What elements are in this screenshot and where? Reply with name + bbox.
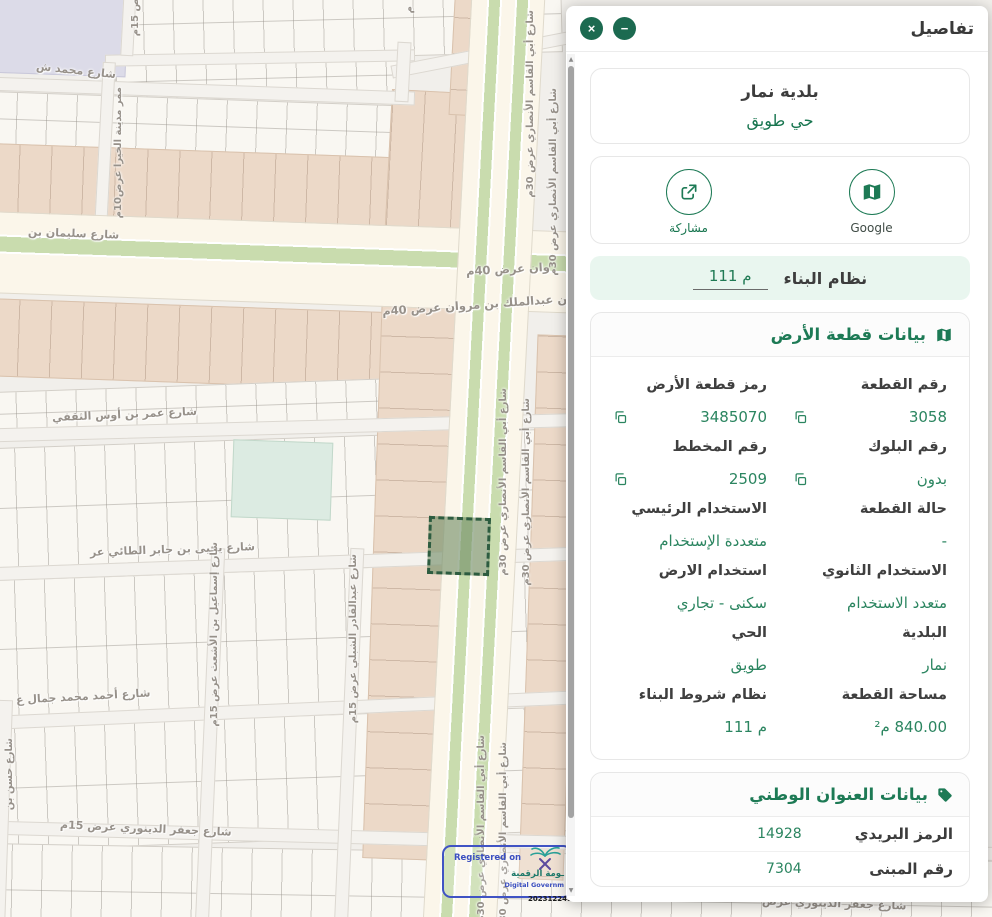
field-building-conditions: نظام شروط البناء م 111	[613, 687, 767, 736]
minimize-button[interactable]: −	[613, 17, 636, 40]
watermark-arabic: ـومة الرقمية	[511, 869, 564, 879]
field-municipality: البلدية نمار	[793, 625, 947, 674]
actions-card: Google مشاركة	[590, 156, 970, 244]
field-main-use: الاستخدام الرئيسي متعددة الإستخدام	[613, 501, 767, 550]
national-address-rows: الرمز البريدي 14928 رقم المبنى 7304	[591, 817, 969, 886]
field-plan-number: رقم المخطط 2509	[613, 439, 767, 488]
field-land-use: استخدام الارض سكنى - تجاري	[613, 563, 767, 612]
street-label: شارع أبي القاسم الأنصاري عرض 30م	[525, 10, 536, 198]
street-label: م	[404, 6, 415, 13]
building-system-value: م 111	[693, 267, 768, 290]
registration-watermark: Registered on ـومة الرقمية Digital Gover…	[442, 845, 572, 898]
share-icon	[666, 169, 712, 215]
google-maps-button[interactable]: Google	[780, 169, 963, 235]
building-system-label: نظام البناء	[784, 269, 868, 288]
map-park-block	[231, 439, 334, 520]
national-address-card-header: بيانات العنوان الوطني	[591, 773, 969, 817]
copy-icon[interactable]	[613, 472, 628, 487]
panel-scrollbar[interactable]: ▲ ▼	[567, 54, 575, 896]
watermark-text: Registered on	[454, 853, 521, 863]
google-maps-icon	[849, 169, 895, 215]
field-parcel-code: رمز قطعة الأرض 3485070	[613, 377, 767, 426]
google-maps-label: Google	[850, 221, 892, 235]
tag-icon	[937, 787, 953, 803]
field-block-number: رقم البلوك بدون	[793, 439, 947, 488]
street-label: شارع حسن بن	[4, 738, 15, 810]
share-button[interactable]: مشاركة	[597, 169, 780, 235]
municipality-name: بلدية نمار	[601, 82, 959, 101]
building-system-banner: نظام البناء م 111	[590, 256, 970, 300]
field-parcel-area: مساحة القطعة 840.00 م²	[793, 687, 947, 736]
close-button[interactable]: ×	[580, 17, 603, 40]
panel-header: تفاصيل − ×	[566, 6, 988, 52]
national-address-card: بيانات العنوان الوطني الرمز البريدي 1492…	[590, 772, 970, 887]
street-label: شارع أبي القاسم الأنصاري عرض 30م	[521, 398, 532, 586]
street-label: شارع أبي القاسم الأنصاري عرض 30م	[498, 388, 509, 576]
scroll-down-icon[interactable]: ▼	[567, 887, 575, 894]
land-parcel-card: بيانات قطعة الأرض رقم القطعة 3058 رمز قط…	[590, 312, 970, 760]
selected-parcel[interactable]	[427, 516, 491, 576]
scrollbar-thumb[interactable]	[568, 66, 574, 818]
field-parcel-number: رقم القطعة 3058	[793, 377, 947, 426]
street-label: ممر مدينة الخيرا عرض10م	[113, 87, 124, 218]
street-label: شارع أبي القاسم الأنصاري عرض 30م	[548, 88, 559, 276]
app-window: شارع محمد ش ممر مدينة الخيرا عرض10م ص 15…	[0, 0, 992, 917]
copy-icon[interactable]	[793, 472, 808, 487]
scroll-up-icon[interactable]: ▲	[567, 56, 575, 63]
land-parcel-title: بيانات قطعة الأرض	[771, 325, 926, 344]
street-label: شارع إسماعيل بن الأشعث عرض 15م	[209, 542, 220, 727]
panel-body: بلدية نمار حي طويق Google	[566, 52, 988, 902]
field-district: الحي طويق	[613, 625, 767, 674]
building-number-row: رقم المبنى 7304	[591, 851, 969, 886]
land-parcel-card-header: بيانات قطعة الأرض	[591, 313, 969, 357]
watermark-english: Digital Governm	[504, 881, 564, 889]
copy-icon[interactable]	[613, 410, 628, 425]
district-name: حي طويق	[601, 111, 959, 130]
map-icon	[935, 326, 953, 344]
share-label: مشاركة	[669, 221, 708, 235]
map-parcel-block	[0, 298, 386, 390]
field-secondary-use: الاستخدام الثانوي متعدد الاستخدام	[793, 563, 947, 612]
street-label: ص 15م	[130, 0, 141, 36]
land-parcel-fields: رقم القطعة 3058 رمز قطعة الأرض 3485070 ر…	[591, 357, 969, 759]
field-parcel-status: حالة القطعة -	[793, 501, 947, 550]
national-address-title: بيانات العنوان الوطني	[749, 785, 928, 804]
street-label: شارع عبدالقادر الشبلي عرض 15م	[348, 554, 359, 723]
details-panel: تفاصيل − × بلدية نمار حي طويق Google	[566, 6, 988, 902]
municipality-card: بلدية نمار حي طويق	[590, 68, 970, 144]
panel-title: تفاصيل	[646, 19, 974, 39]
postal-code-row: الرمز البريدي 14928	[591, 817, 969, 851]
copy-icon[interactable]	[793, 410, 808, 425]
